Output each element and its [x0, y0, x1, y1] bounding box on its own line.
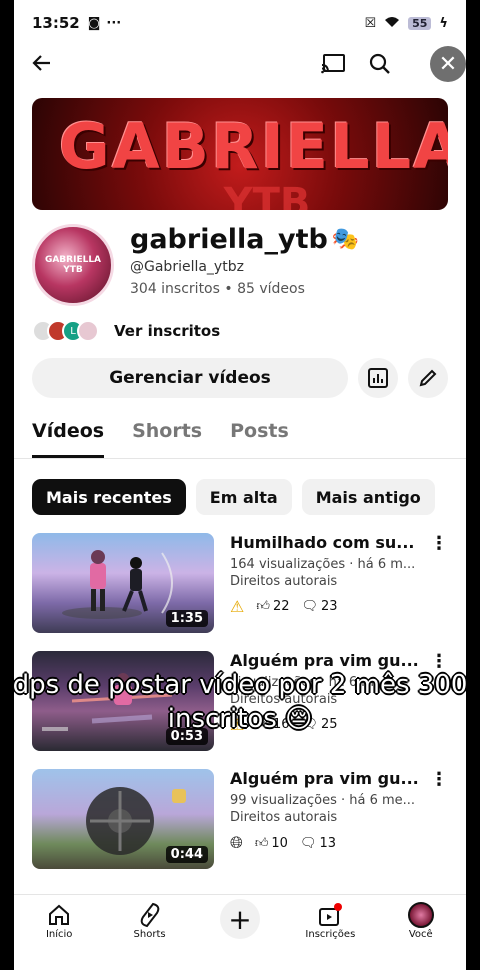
chip-latest[interactable]: Mais recentes [32, 479, 186, 515]
back-arrow-icon[interactable] [30, 51, 54, 82]
channel-tabs: Vídeos Shorts Posts [14, 398, 466, 459]
nav-you-label: Você [408, 929, 433, 940]
video-duration: 0:44 [165, 846, 208, 863]
video-thumbnail[interactable]: 0:44 [32, 769, 214, 869]
more-vert-icon[interactable]: ⋮ [430, 769, 448, 790]
tab-posts[interactable]: Posts [230, 420, 289, 458]
chip-oldest[interactable]: Mais antigo [301, 479, 435, 515]
gesture-bar [14, 950, 466, 970]
nav-you[interactable]: Você [386, 895, 456, 940]
phone-screen: 13:52 ◙ ··· ☒ 55 ϟ ✕ GABRIELLA YTB GABRI… [14, 0, 466, 970]
channel-header: GABRIELLA YTB gabriella_ytb 🎭 @Gabriella… [14, 210, 466, 306]
list-item[interactable]: 1:35 Humilhado com su... ⋮ 164 visualiza… [32, 533, 448, 633]
video-title[interactable]: Alguém pra vim gu... [230, 769, 448, 788]
video-likes: 22 [272, 599, 290, 614]
comment-icon: 🗨︎ [299, 835, 317, 851]
subscriptions-icon [317, 901, 343, 929]
nav-subscriptions-label: Inscrições [305, 929, 356, 940]
bottom-navigation: Início Shorts + Inscrições Você [14, 894, 466, 950]
profile-avatar-icon [407, 901, 434, 929]
warning-icon: ⚠ [230, 597, 245, 616]
video-thumbnail[interactable]: 1:35 [32, 533, 214, 633]
channel-actions: Gerenciar vídeos [14, 342, 466, 398]
globe-icon: 🌐︎ [230, 833, 243, 852]
create-plus-icon: + [219, 899, 260, 939]
video-likes: 10 [271, 835, 288, 851]
video-meta: 99 visualizações · há 6 me... [230, 793, 416, 808]
nav-home-label: Início [45, 929, 73, 940]
close-icon[interactable]: ✕ [430, 46, 466, 82]
video-duration: 1:35 [165, 610, 208, 627]
search-icon[interactable] [368, 52, 392, 80]
video-meta: 164 visualizações · há 6 m... [230, 557, 416, 572]
thumbs-up-icon: 👍︎ [254, 835, 269, 851]
nav-create[interactable]: + [205, 895, 275, 939]
view-subscribers-link[interactable]: Ver inscritos [114, 322, 220, 340]
view-subscribers-row[interactable]: L Ver inscritos [14, 306, 466, 342]
video-title[interactable]: Humilhado com su... [230, 533, 448, 552]
status-time: 13:52 [32, 14, 80, 32]
tab-shorts[interactable]: Shorts [132, 420, 202, 458]
sort-chips: Mais recentes Em alta Mais antigo [14, 459, 466, 515]
channel-name: gabriella_ytb [130, 224, 328, 255]
avatar-text: GABRIELLA YTB [44, 255, 102, 275]
channel-handle: @Gabriella_ytbz [130, 259, 244, 275]
manage-videos-button[interactable]: Gerenciar vídeos [32, 358, 348, 398]
video-comments: 23 [321, 599, 338, 614]
video-comments: 13 [319, 835, 337, 851]
charging-icon: ϟ [439, 15, 448, 31]
channel-stats: 304 inscritos • 85 vídeos [130, 281, 305, 297]
edit-pencil-icon[interactable] [408, 358, 448, 398]
video-rights: Direitos autorais [230, 810, 338, 825]
video-rights: Direitos autorais [230, 574, 338, 589]
mute-icon: ☒ [364, 15, 377, 31]
top-app-bar [14, 46, 466, 86]
comment-icon: 🗨︎ [301, 599, 318, 614]
subscriber-avatar [77, 320, 99, 342]
nav-shorts[interactable]: Shorts [115, 895, 185, 940]
screenshot-icon: ◙ [87, 15, 101, 31]
channel-banner: GABRIELLA YTB [32, 98, 448, 210]
more-notifications-icon: ··· [106, 15, 122, 31]
more-vert-icon[interactable]: ⋮ [430, 533, 448, 554]
chip-popular[interactable]: Em alta [195, 479, 292, 515]
wifi-icon [384, 15, 400, 32]
nav-subscriptions[interactable]: Inscrições [295, 895, 365, 940]
home-icon [47, 901, 71, 929]
channel-avatar[interactable]: GABRIELLA YTB [32, 224, 114, 306]
caption-overlay: dps de postar vídeo por 2 mês 300 inscri… [12, 670, 468, 734]
nav-shorts-label: Shorts [133, 929, 166, 940]
status-bar: 13:52 ◙ ··· ☒ 55 ϟ [14, 0, 466, 46]
battery-icon: 55 [408, 16, 432, 30]
tab-videos[interactable]: Vídeos [32, 420, 105, 458]
cast-icon[interactable] [320, 53, 346, 79]
theater-masks-icon: 🎭 [331, 227, 360, 252]
nav-home[interactable]: Início [24, 895, 94, 940]
shorts-icon [139, 901, 161, 929]
banner-subtitle: YTB [223, 180, 311, 210]
analytics-icon[interactable] [358, 358, 398, 398]
thumbs-up-icon: 👍︎ [256, 599, 270, 614]
banner-title: GABRIELLA [58, 110, 448, 183]
list-item[interactable]: 0:44 Alguém pra vim gu... ⋮ 99 visualiza… [32, 769, 448, 869]
